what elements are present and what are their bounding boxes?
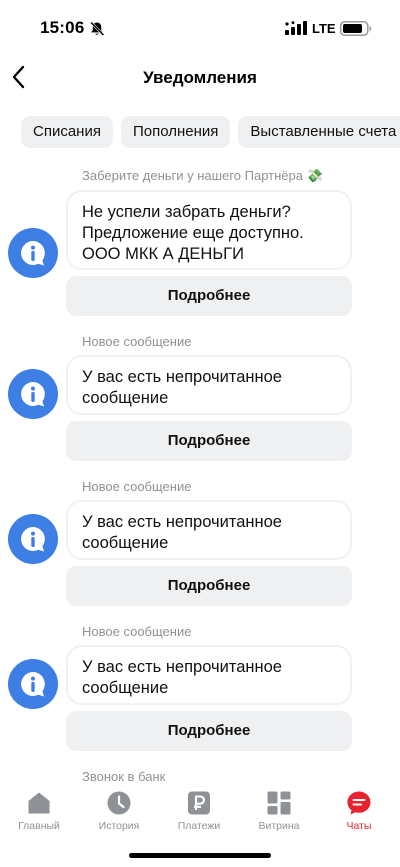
clock-icon (107, 791, 131, 815)
home-indicator (129, 853, 271, 858)
tab-showcase[interactable]: Витрина (243, 790, 315, 836)
filter-chip-invoices[interactable]: Выставленные счета (238, 116, 400, 148)
details-button[interactable]: Подробнее (66, 566, 352, 606)
filter-chips: Списания Пополнения Выставленные счета (21, 116, 400, 148)
ruble-icon (188, 791, 210, 815)
status-bar: 15:06 LTE (0, 0, 400, 58)
tab-label: Витрина (258, 820, 300, 832)
filter-chip-topups[interactable]: Пополнения (120, 116, 231, 148)
tab-label: История (98, 820, 140, 832)
info-chat-icon (8, 659, 58, 709)
tab-payments[interactable]: Платежи (163, 790, 235, 836)
battery-icon (340, 21, 372, 36)
bottom-tab-bar: Главный История Платежи Витрина Чаты (0, 784, 400, 844)
details-button[interactable]: Подробнее (66, 421, 352, 461)
notification-feed[interactable]: Заберите деньги у нашего Партнёра 💸 Не у… (0, 160, 400, 790)
notification-caption: Новое сообщение (82, 624, 192, 639)
notification-bubble: У вас есть непрочитанное сообщение (66, 355, 352, 415)
notification-caption: Новое сообщение (82, 334, 192, 349)
filter-chip-debits[interactable]: Списания (21, 116, 113, 148)
network-type: LTE (312, 21, 336, 36)
info-chat-icon (8, 228, 58, 278)
page-title: Уведомления (143, 68, 257, 87)
notification-bubble: У вас есть непрочитанное сообщение (66, 500, 352, 560)
grid-icon (267, 791, 291, 815)
chat-icon (347, 791, 371, 815)
details-button[interactable]: Подробнее (66, 276, 352, 316)
notification-caption: Звонок в банк (82, 769, 166, 784)
info-chat-icon (8, 514, 58, 564)
signal-icon (285, 21, 307, 35)
info-chat-icon (8, 369, 58, 419)
tab-home[interactable]: Главный (3, 790, 75, 836)
notification-caption: Новое сообщение (82, 479, 192, 494)
tab-history[interactable]: История (83, 790, 155, 836)
header: Уведомления (0, 58, 400, 98)
notification-bubble: Не успели забрать деньги? Предложение ещ… (66, 190, 352, 270)
tab-chats[interactable]: Чаты (323, 790, 395, 836)
tab-label: Чаты (346, 820, 372, 832)
details-button[interactable]: Подробнее (66, 711, 352, 751)
home-icon (28, 792, 50, 814)
bell-off-icon (90, 21, 105, 36)
notification-caption: Заберите деньги у нашего Партнёра 💸 (82, 168, 323, 183)
status-time: 15:06 (40, 18, 85, 37)
tab-label: Платежи (177, 820, 221, 832)
tab-label: Главный (18, 820, 60, 832)
notification-bubble: У вас есть непрочитанное сообщение (66, 645, 352, 705)
